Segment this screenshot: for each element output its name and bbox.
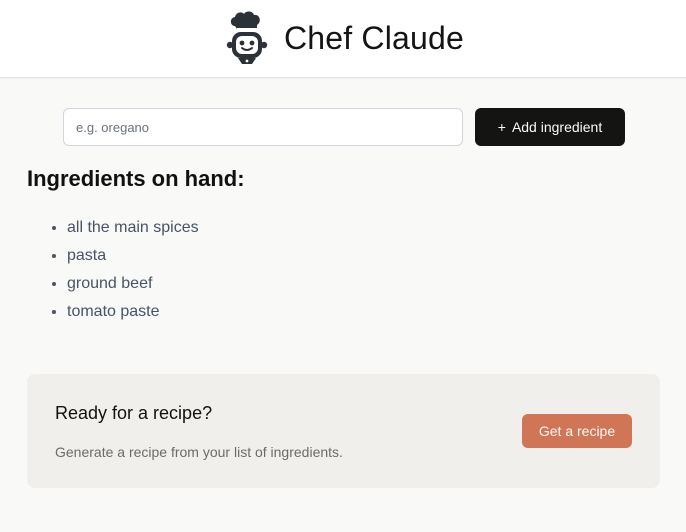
ingredient-input[interactable] <box>63 108 463 146</box>
get-recipe-card: Ready for a recipe? Generate a recipe fr… <box>27 374 660 488</box>
card-description: Generate a recipe from your list of ingr… <box>55 443 343 460</box>
card-heading: Ready for a recipe? <box>55 402 213 423</box>
add-ingredient-label: Add ingredient <box>511 119 603 135</box>
card-text: Ready for a recipe? Generate a recipe fr… <box>55 403 343 460</box>
list-item: pasta <box>67 244 199 272</box>
chef-hat-robot-icon <box>226 10 268 64</box>
get-recipe-button[interactable]: Get a recipe <box>522 414 632 448</box>
ingredients-heading: Ingredients on hand: <box>27 166 245 191</box>
app-header: Chef Claude <box>0 0 686 78</box>
add-ingredient-button[interactable]: + Add ingredient <box>475 108 625 146</box>
plus-icon: + <box>497 119 506 135</box>
ingredient-list: all the main spices pasta ground beef to… <box>27 216 199 328</box>
add-ingredient-form: + Add ingredient <box>63 108 625 146</box>
app-title: Chef Claude <box>283 20 465 56</box>
list-item: all the main spices <box>67 216 199 244</box>
list-item: ground beef <box>67 272 199 300</box>
list-item: tomato paste <box>67 300 199 328</box>
